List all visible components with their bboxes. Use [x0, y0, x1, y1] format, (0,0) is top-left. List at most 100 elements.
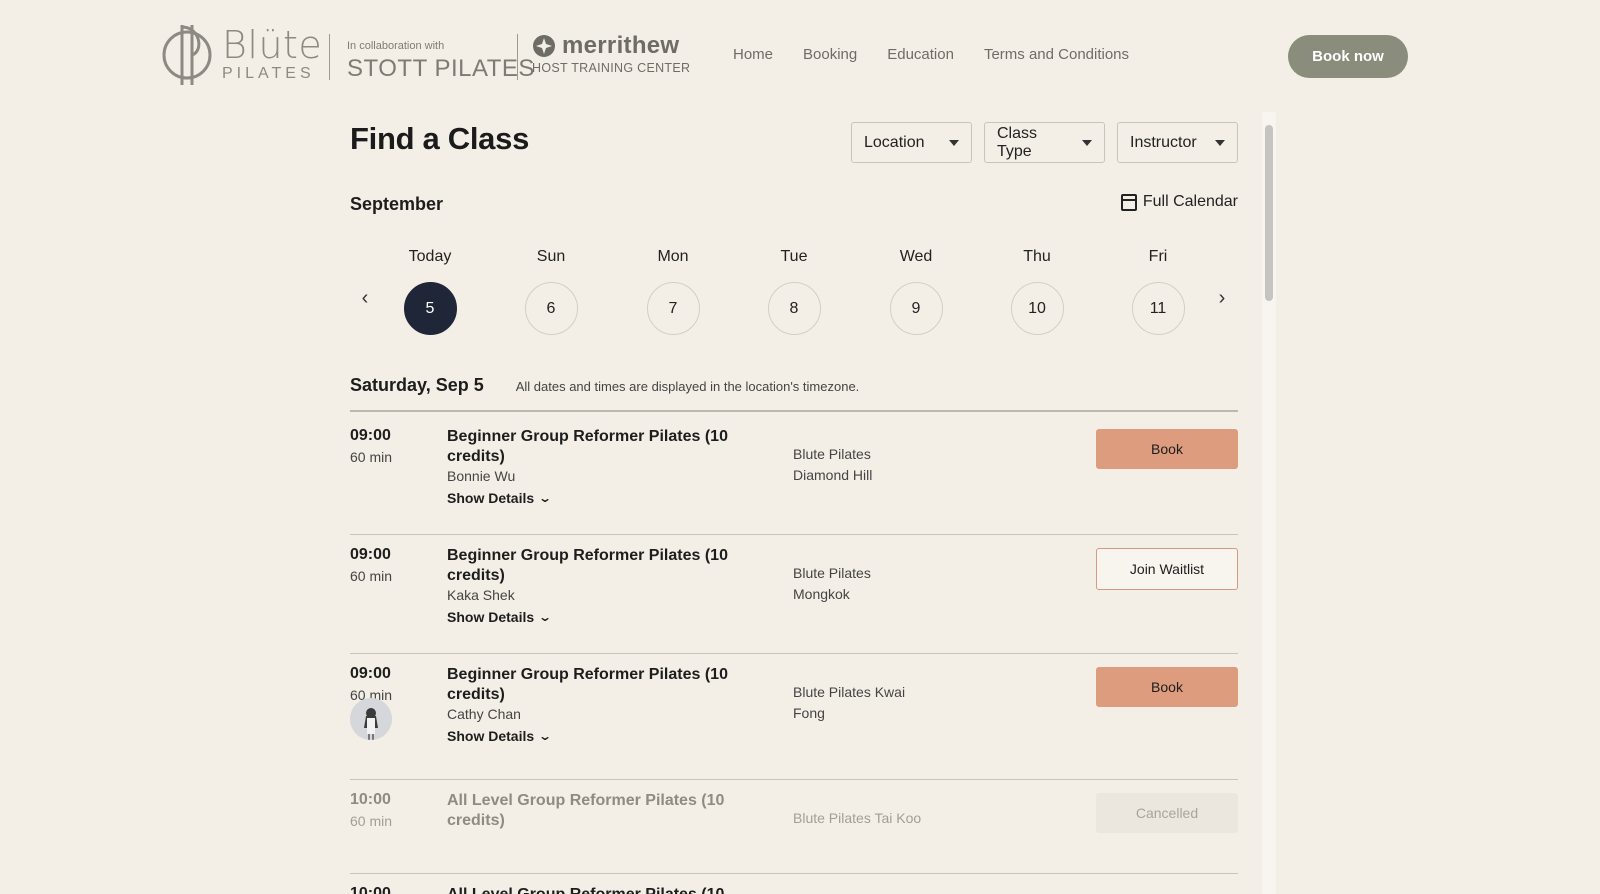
day-wed[interactable]: Wed 9 — [876, 248, 956, 335]
day-number: 9 — [889, 282, 943, 335]
nav-terms[interactable]: Terms and Conditions — [984, 46, 1129, 63]
logo-wordmark: Blüte — [222, 23, 323, 67]
header-divider — [329, 34, 330, 80]
book-button[interactable]: Book — [1096, 429, 1238, 469]
show-details-toggle[interactable]: Show Details ⌄ — [447, 728, 553, 744]
class-location: Blute Pilates Kwai Fong — [793, 684, 906, 721]
chevron-down-icon: ⌄ — [538, 610, 553, 624]
class-location: Blute Pilates Mongkok — [793, 565, 871, 602]
class-duration: 60 min — [350, 813, 393, 829]
show-details-label: Show Details — [447, 609, 535, 625]
scrollbar-thumb[interactable] — [1265, 125, 1273, 301]
day-mon[interactable]: Mon 7 — [633, 248, 713, 335]
day-picker: ‹ Today 5 Sun 6 Mon 7 Tue 8 Wed 9 Thu 10… — [350, 248, 1240, 348]
caret-down-icon — [1082, 139, 1092, 146]
show-details-toggle[interactable]: Show Details ⌄ — [447, 490, 553, 506]
blute-pilates-logo[interactable]: Blüte PILATES — [160, 20, 322, 88]
class-type-filter-label: Class Type — [997, 124, 1038, 160]
show-details-toggle[interactable]: Show Details ⌄ — [447, 609, 553, 625]
class-time: 09:00 — [350, 665, 391, 682]
class-time: 10:00 — [350, 791, 391, 808]
class-instructor: Kaka Shek — [447, 587, 515, 603]
header-divider — [517, 34, 518, 80]
day-label: Thu — [1023, 248, 1051, 265]
merrithew-subtitle: HOST TRAINING CENTER — [532, 61, 691, 75]
day-tue[interactable]: Tue 8 — [754, 248, 834, 335]
day-today[interactable]: Today 5 — [390, 248, 470, 335]
merrithew-logo: merrithew HOST TRAINING CENTER — [532, 32, 690, 75]
collab-caption: In collaboration with — [347, 40, 445, 52]
day-sun[interactable]: Sun 6 — [511, 248, 591, 335]
nav-education[interactable]: Education — [887, 46, 954, 63]
divider — [350, 410, 1238, 412]
nav-home[interactable]: Home — [733, 46, 773, 63]
instructor-avatar — [350, 698, 392, 740]
selected-date: Saturday, Sep 5 — [350, 375, 484, 395]
class-name: All Level Group Reformer Pilates (10 cre… — [447, 792, 725, 829]
full-calendar-label: Full Calendar — [1142, 193, 1238, 210]
day-fri[interactable]: Fri 11 — [1118, 248, 1198, 335]
chevron-down-icon: ⌄ — [538, 729, 553, 743]
divider — [350, 779, 1238, 780]
day-label: Today — [408, 248, 452, 265]
day-number: 6 — [524, 282, 578, 335]
day-thu[interactable]: Thu 10 — [997, 248, 1077, 335]
class-instructor: Bonnie Wu — [447, 468, 516, 484]
instructor-filter[interactable]: Instructor — [1117, 122, 1238, 163]
logo-subtitle: PILATES — [222, 65, 315, 82]
location-filter-label: Location — [864, 133, 925, 151]
site-header: Blüte PILATES In collaboration with STOT… — [0, 0, 1600, 112]
class-type-filter[interactable]: Class Type — [984, 122, 1105, 163]
calendar-icon — [1120, 193, 1137, 211]
day-number: 8 — [767, 282, 821, 335]
day-label: Wed — [899, 248, 933, 265]
cancelled-button: Cancelled — [1096, 793, 1238, 833]
day-number: 5 — [403, 282, 457, 335]
day-label: Tue — [780, 248, 808, 265]
class-time: 10:00 — [350, 885, 391, 894]
chevron-down-icon: ⌄ — [538, 491, 553, 505]
show-details-label: Show Details — [447, 728, 535, 744]
find-class-panel: Find a Class Location Class Type Instruc… — [350, 112, 1240, 894]
day-label: Mon — [657, 248, 689, 265]
class-duration: 60 min — [350, 568, 393, 584]
divider — [350, 653, 1238, 654]
location-filter[interactable]: Location — [851, 122, 972, 163]
nav-booking[interactable]: Booking — [803, 46, 857, 63]
instructor-photo-icon — [350, 698, 392, 740]
full-calendar-link[interactable]: Full Calendar — [1120, 193, 1238, 211]
book-button[interactable]: Book — [1096, 667, 1238, 707]
stott-pilates-wordmark: STOTT PILATES — [347, 55, 535, 82]
stott-collab-logo: In collaboration with STOTT PILATES — [347, 40, 535, 83]
scrollbar[interactable] — [1262, 112, 1276, 894]
class-instructor: Cathy Chan — [447, 706, 521, 722]
divider — [350, 534, 1238, 535]
class-name: All Level Group Reformer Pilates (10 — [447, 885, 847, 894]
month-label: September — [350, 194, 444, 214]
class-time: 09:00 — [350, 427, 391, 444]
prev-week-arrow-icon[interactable]: ‹ — [355, 287, 375, 309]
day-number: 7 — [646, 282, 700, 335]
blute-logo-mark-icon — [162, 25, 212, 85]
class-duration: 60 min — [350, 449, 393, 465]
join-waitlist-button[interactable]: Join Waitlist — [1096, 548, 1238, 590]
class-time: 09:00 — [350, 546, 391, 563]
selected-date-heading: Saturday, Sep 5 All dates and times are … — [350, 375, 859, 396]
class-location: Blute Pilates Tai Koo — [793, 810, 922, 826]
merrithew-wordmark: merrithew — [562, 32, 680, 59]
class-name: Beginner Group Reformer Pilates (10 cred… — [447, 428, 728, 465]
show-details-label: Show Details — [447, 490, 535, 506]
next-week-arrow-icon[interactable]: › — [1212, 287, 1232, 309]
timezone-note: All dates and times are displayed in the… — [515, 379, 860, 394]
book-now-button[interactable]: Book now — [1288, 35, 1408, 78]
page-title: Find a Class — [350, 121, 530, 156]
merrithew-mark-icon — [533, 35, 555, 57]
day-label: Sun — [536, 248, 566, 265]
class-name: Beginner Group Reformer Pilates (10 cred… — [447, 547, 728, 584]
caret-down-icon — [1215, 139, 1225, 146]
day-number: 11 — [1131, 282, 1185, 335]
filter-bar: Location Class Type Instructor — [851, 122, 1238, 163]
day-label: Fri — [1148, 248, 1168, 265]
caret-down-icon — [949, 139, 959, 146]
class-location: Blute Pilates Diamond Hill — [793, 446, 873, 483]
